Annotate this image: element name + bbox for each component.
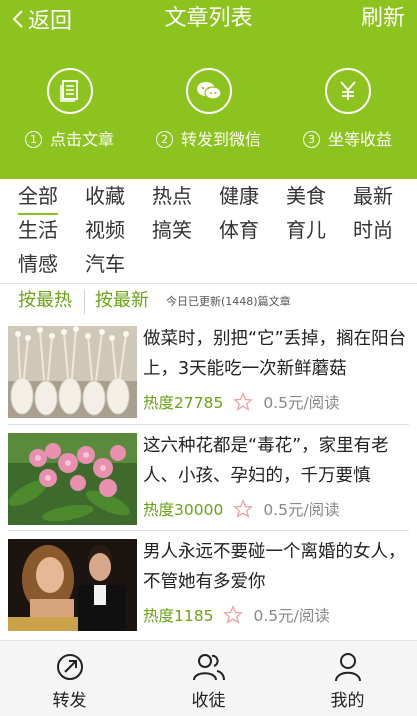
app-header: 返回 文章列表 刷新 bbox=[0, 0, 417, 38]
article-title: 做菜时，别把“它”丢掉，搁在阳台上，3天能吃一次新鲜蘑菇 bbox=[143, 329, 407, 379]
bottom-tab-bar: 转发 收徒 我的 bbox=[0, 640, 417, 716]
category-emotion[interactable]: 情感 bbox=[18, 249, 58, 281]
article-title: 男人永远不要碰一个离婚的女人，不管她有多爱你 bbox=[143, 542, 406, 592]
article-title: 这六种花都是“毒花”，家里有老人、小孩、孕妇的，千万要慎 bbox=[143, 436, 389, 486]
heat-count: 热度30000 bbox=[143, 501, 224, 519]
step-share-wechat: 2 转发到微信 bbox=[139, 68, 278, 150]
flower-photo bbox=[8, 433, 137, 525]
category-video[interactable]: 视频 bbox=[85, 215, 125, 247]
article-item[interactable]: 做菜时，别把“它”丢掉，搁在阳台上，3天能吃一次新鲜蘑菇 热度27785 0.5… bbox=[0, 320, 417, 422]
star-icon[interactable] bbox=[233, 499, 254, 519]
category-food[interactable]: 美食 bbox=[286, 181, 326, 213]
mushroom-photo bbox=[8, 326, 137, 418]
tab-label: 收徒 bbox=[191, 691, 226, 711]
category-all[interactable]: 全部 bbox=[18, 181, 58, 215]
category-health[interactable]: 健康 bbox=[219, 181, 259, 213]
price-per-read: 0.5元/阅读 bbox=[253, 607, 330, 625]
tab-mine[interactable]: 我的 bbox=[278, 651, 417, 711]
star-icon[interactable] bbox=[233, 392, 254, 412]
tab-share[interactable]: 转发 bbox=[0, 651, 139, 711]
wechat-icon bbox=[185, 68, 232, 114]
price-per-read: 0.5元/阅读 bbox=[263, 501, 340, 519]
sort-by-hot-button[interactable]: 按最热 bbox=[18, 288, 72, 314]
updated-count-text: 今日已更新(1448)篇文章 bbox=[166, 295, 291, 308]
heat-count: 热度1185 bbox=[143, 607, 214, 625]
tab-label: 我的 bbox=[330, 691, 365, 711]
category-life[interactable]: 生活 bbox=[18, 215, 58, 247]
couple-photo bbox=[8, 539, 137, 631]
category-parenting[interactable]: 育儿 bbox=[286, 215, 326, 247]
page-title: 文章列表 bbox=[164, 6, 253, 31]
step-earn: 3 坐等收益 bbox=[278, 68, 417, 150]
category-grid: 全部 收藏 热点 健康 美食 最新 生活 视频 搞笑 体育 育儿 时尚 情感 汽… bbox=[0, 179, 417, 283]
step-number: 3 bbox=[302, 131, 320, 148]
category-sports[interactable]: 体育 bbox=[219, 215, 259, 247]
star-icon[interactable] bbox=[223, 605, 244, 625]
article-meta: 热度27785 0.5元/阅读 bbox=[143, 390, 340, 414]
article-meta: 热度30000 0.5元/阅读 bbox=[143, 497, 340, 521]
steps-banner: 1 点击文章 2 转发到微信 3 坐等收益 bbox=[0, 38, 417, 179]
category-latest[interactable]: 最新 bbox=[353, 181, 393, 213]
document-icon bbox=[46, 68, 93, 114]
divider bbox=[8, 424, 409, 425]
article-list-page: 返回 文章列表 刷新 1 点击文章 2 转发到微信 3 坐等收益 全部 收藏 热… bbox=[0, 0, 417, 716]
category-auto[interactable]: 汽车 bbox=[85, 249, 125, 281]
category-funny[interactable]: 搞笑 bbox=[152, 215, 192, 247]
article-meta: 热度1185 0.5元/阅读 bbox=[143, 603, 330, 627]
divider bbox=[8, 530, 409, 531]
sort-divider bbox=[84, 290, 85, 314]
step-click-article: 1 点击文章 bbox=[0, 68, 139, 150]
yen-icon bbox=[324, 68, 371, 114]
sort-bar: 按最热 按最新 今日已更新(1448)篇文章 bbox=[0, 283, 417, 318]
article-item[interactable]: 这六种花都是“毒花”，家里有老人、小孩、孕妇的，千万要慎 热度30000 0.5… bbox=[0, 427, 417, 529]
category-fashion[interactable]: 时尚 bbox=[353, 215, 393, 247]
tab-apprentice[interactable]: 收徒 bbox=[139, 651, 278, 711]
article-item[interactable]: 男人永远不要碰一个离婚的女人，不管她有多爱你 热度1185 0.5元/阅读 bbox=[0, 533, 417, 635]
category-favorites[interactable]: 收藏 bbox=[85, 181, 125, 213]
refresh-button[interactable]: 刷新 bbox=[361, 4, 405, 34]
sort-by-latest-button[interactable]: 按最新 bbox=[95, 288, 149, 314]
category-hot[interactable]: 热点 bbox=[152, 181, 192, 213]
heat-count: 热度27785 bbox=[143, 394, 224, 412]
step-number: 2 bbox=[155, 131, 173, 148]
step-label: 转发到微信 bbox=[180, 130, 261, 149]
price-per-read: 0.5元/阅读 bbox=[263, 394, 340, 412]
step-label: 点击文章 bbox=[49, 130, 114, 149]
step-label: 坐等收益 bbox=[327, 130, 392, 149]
users-icon bbox=[139, 651, 278, 683]
user-icon bbox=[278, 651, 417, 683]
share-icon bbox=[0, 651, 139, 683]
step-number: 1 bbox=[24, 131, 42, 148]
tab-label: 转发 bbox=[52, 691, 87, 711]
